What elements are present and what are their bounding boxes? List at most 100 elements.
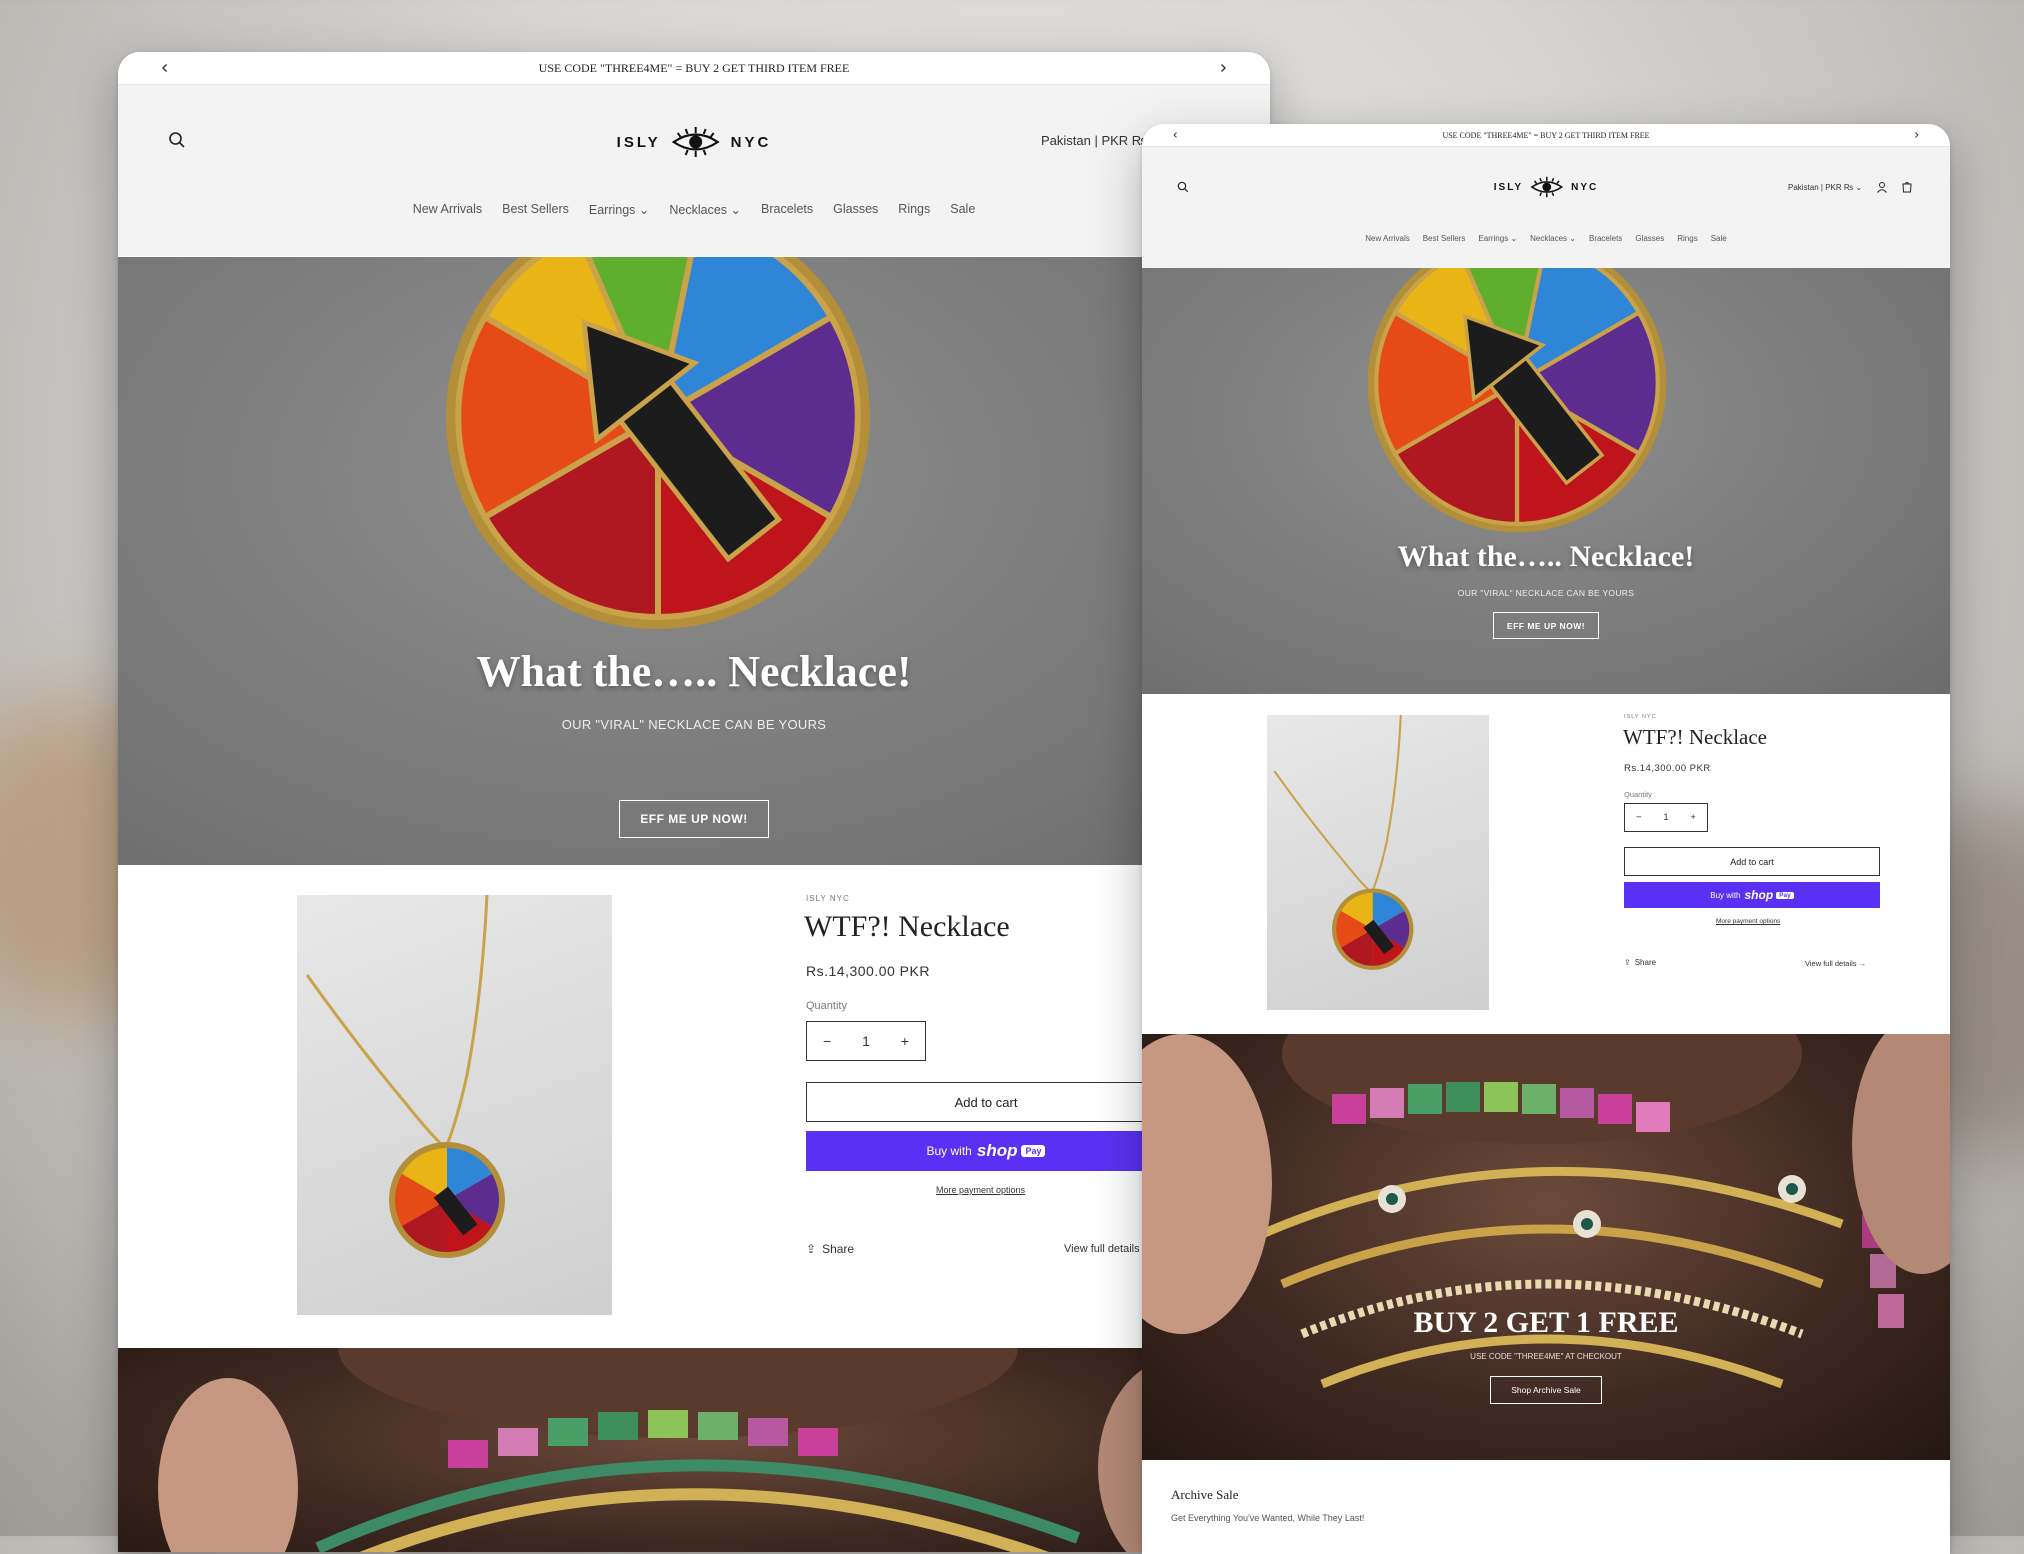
product-image[interactable]	[297, 895, 612, 1315]
promo-banner-image	[118, 1348, 1270, 1552]
plus-icon[interactable]: +	[901, 1033, 909, 1049]
hero-subtitle: OUR "VIRAL" NECKLACE CAN BE YOURS	[1457, 588, 1635, 598]
view-full-details-link[interactable]: View full details →	[1805, 959, 1866, 968]
share-icon: ⇪	[1624, 958, 1631, 967]
site-header: ISLY NYC Pakistan | PKR ₨ ⌄ New Arrivals…	[1142, 147, 1950, 268]
share-icon: ⇪	[806, 1242, 817, 1256]
main-nav: New Arrivals Best Sellers Earrings ⌄ Nec…	[1142, 234, 1950, 243]
quantity-label: Quantity	[806, 1000, 847, 1012]
nav-item-best-sellers[interactable]: Best Sellers	[1423, 234, 1466, 243]
eye-logo-icon	[1530, 175, 1564, 199]
search-icon[interactable]	[168, 131, 186, 149]
cart-icon[interactable]	[1901, 181, 1913, 193]
nav-item-sale[interactable]: Sale	[950, 202, 975, 217]
shop-pay-logo: shop	[976, 1141, 1018, 1160]
nav-item-earrings[interactable]: Earrings ⌄	[589, 202, 650, 217]
quantity-value: 1	[1663, 812, 1669, 823]
more-payment-options-link[interactable]: More payment options	[936, 1185, 1025, 1195]
nav-item-rings[interactable]: Rings	[1677, 234, 1697, 243]
main-nav: New Arrivals Best Sellers Earrings ⌄ Nec…	[118, 202, 1270, 217]
site-logo[interactable]: ISLY NYC	[617, 125, 772, 159]
promo-subtitle: USE CODE "THREE4ME" AT CHECKOUT	[1470, 1352, 1622, 1361]
minus-icon[interactable]: −	[823, 1033, 831, 1049]
eye-logo-icon	[671, 125, 721, 159]
add-to-cart-button[interactable]: Add to cart	[806, 1082, 1166, 1122]
product-price: Rs.14,300.00 PKR	[806, 963, 930, 979]
hero-subtitle: OUR "VIRAL" NECKLACE CAN BE YOURS	[561, 717, 827, 732]
hero-cta-button[interactable]: EFF ME UP NOW!	[1493, 612, 1599, 639]
promo-title: BUY 2 GET 1 FREE	[1413, 1306, 1679, 1339]
spinner-pendant-image	[1367, 268, 1667, 533]
chevron-right-icon[interactable]	[1913, 132, 1920, 139]
share-button[interactable]: ⇪ Share	[806, 1242, 854, 1256]
shop-pay-logo: shop	[1744, 888, 1774, 902]
nav-item-sale[interactable]: Sale	[1711, 234, 1727, 243]
desktop-browser-window: USE CODE "THREE4ME" = BUY 2 GET THIRD IT…	[118, 52, 1270, 1552]
quantity-value: 1	[862, 1033, 870, 1049]
announcement-bar: USE CODE "THREE4ME" = BUY 2 GET THIRD IT…	[118, 52, 1270, 85]
shop-archive-sale-button[interactable]: Shop Archive Sale	[1490, 1376, 1602, 1404]
chevron-down-icon: ⌄	[730, 203, 742, 217]
quantity-stepper[interactable]: − 1 +	[806, 1021, 926, 1061]
chevron-right-icon[interactable]	[1218, 63, 1228, 73]
spinner-pendant-image	[446, 257, 870, 629]
nav-item-rings[interactable]: Rings	[898, 202, 930, 217]
chevron-down-icon: ⌄	[638, 203, 650, 217]
product-image[interactable]	[1267, 715, 1489, 1010]
hero-title: What the….. Necklace!	[476, 647, 912, 696]
logo-text-right: NYC	[1571, 181, 1599, 193]
more-payment-options-link[interactable]: More payment options	[1716, 918, 1780, 925]
quantity-stepper[interactable]: − 1 +	[1624, 803, 1708, 832]
pay-badge: Pay	[1021, 1145, 1046, 1157]
nav-item-glasses[interactable]: Glasses	[833, 202, 878, 217]
product-vendor: ISLY NYC	[806, 894, 850, 903]
promo-banner: BUY 2 GET 1 FREE USE CODE "THREE4ME" AT …	[1142, 1034, 1950, 1460]
nav-item-necklaces[interactable]: Necklaces ⌄	[1530, 234, 1576, 243]
share-label: Share	[822, 1242, 855, 1256]
site-logo[interactable]: ISLY NYC	[1494, 175, 1598, 199]
nav-item-new-arrivals[interactable]: New Arrivals	[1365, 234, 1409, 243]
account-icon[interactable]	[1876, 181, 1888, 193]
minus-icon[interactable]: −	[1636, 812, 1642, 823]
nav-item-earrings[interactable]: Earrings ⌄	[1478, 234, 1517, 243]
logo-text-left: ISLY	[616, 133, 661, 151]
hero-title: What the….. Necklace!	[1397, 540, 1695, 573]
announcement-bar: USE CODE "THREE4ME" = BUY 2 GET THIRD IT…	[1142, 124, 1950, 147]
plus-icon[interactable]: +	[1690, 812, 1696, 823]
product-vendor: ISLY NYC	[1624, 714, 1657, 720]
logo-text-left: ISLY	[1493, 181, 1524, 193]
country-selector[interactable]: Pakistan | PKR ₨	[1041, 133, 1147, 148]
add-to-cart-button[interactable]: Add to cart	[1624, 847, 1880, 876]
quantity-label: Quantity	[1624, 790, 1652, 799]
share-label: Share	[1634, 958, 1657, 967]
site-header: ISLY NYC Pakistan | PKR ₨ New Arrivals B…	[118, 85, 1270, 256]
logo-text-right: NYC	[730, 133, 772, 151]
chevron-down-icon: ⌄	[1510, 234, 1518, 243]
announcement-text: USE CODE "THREE4ME" = BUY 2 GET THIRD IT…	[1442, 130, 1650, 140]
nav-item-bracelets[interactable]: Bracelets	[1589, 234, 1622, 243]
shop-pay-button[interactable]: Buy with shop Pay	[1624, 882, 1880, 908]
product-title: WTF?! Necklace	[1623, 725, 1767, 749]
nav-item-bracelets[interactable]: Bracelets	[761, 202, 813, 217]
nav-item-necklaces[interactable]: Necklaces ⌄	[669, 202, 741, 217]
announcement-text: USE CODE "THREE4ME" = BUY 2 GET THIRD IT…	[538, 60, 850, 75]
hero-banner: What the….. Necklace! OUR "VIRAL" NECKLA…	[118, 257, 1270, 865]
chevron-down-icon: ⌄	[1569, 234, 1576, 243]
nav-item-new-arrivals[interactable]: New Arrivals	[413, 202, 482, 217]
archive-sale-subtitle: Get Everything You've Wanted, While They…	[1171, 1513, 1365, 1523]
chevron-left-icon[interactable]	[160, 63, 170, 73]
archive-sale-title: Archive Sale	[1171, 1487, 1239, 1502]
chevron-left-icon[interactable]	[1172, 132, 1179, 139]
share-button[interactable]: ⇪ Share	[1624, 958, 1656, 967]
pay-badge: Pay	[1776, 891, 1794, 899]
arrow-right-icon: →	[1858, 959, 1867, 968]
nav-item-glasses[interactable]: Glasses	[1635, 234, 1664, 243]
tablet-browser-window: USE CODE "THREE4ME" = BUY 2 GET THIRD IT…	[1142, 124, 1950, 1554]
hero-cta-button[interactable]: EFF ME UP NOW!	[619, 800, 769, 838]
search-icon[interactable]	[1177, 181, 1189, 193]
chevron-down-icon: ⌄	[1855, 183, 1863, 192]
view-full-details-link[interactable]: View full details	[1064, 1243, 1140, 1255]
shop-pay-button[interactable]: Buy with shop Pay	[806, 1131, 1166, 1171]
country-selector[interactable]: Pakistan | PKR ₨ ⌄	[1788, 183, 1862, 192]
nav-item-best-sellers[interactable]: Best Sellers	[502, 202, 569, 217]
